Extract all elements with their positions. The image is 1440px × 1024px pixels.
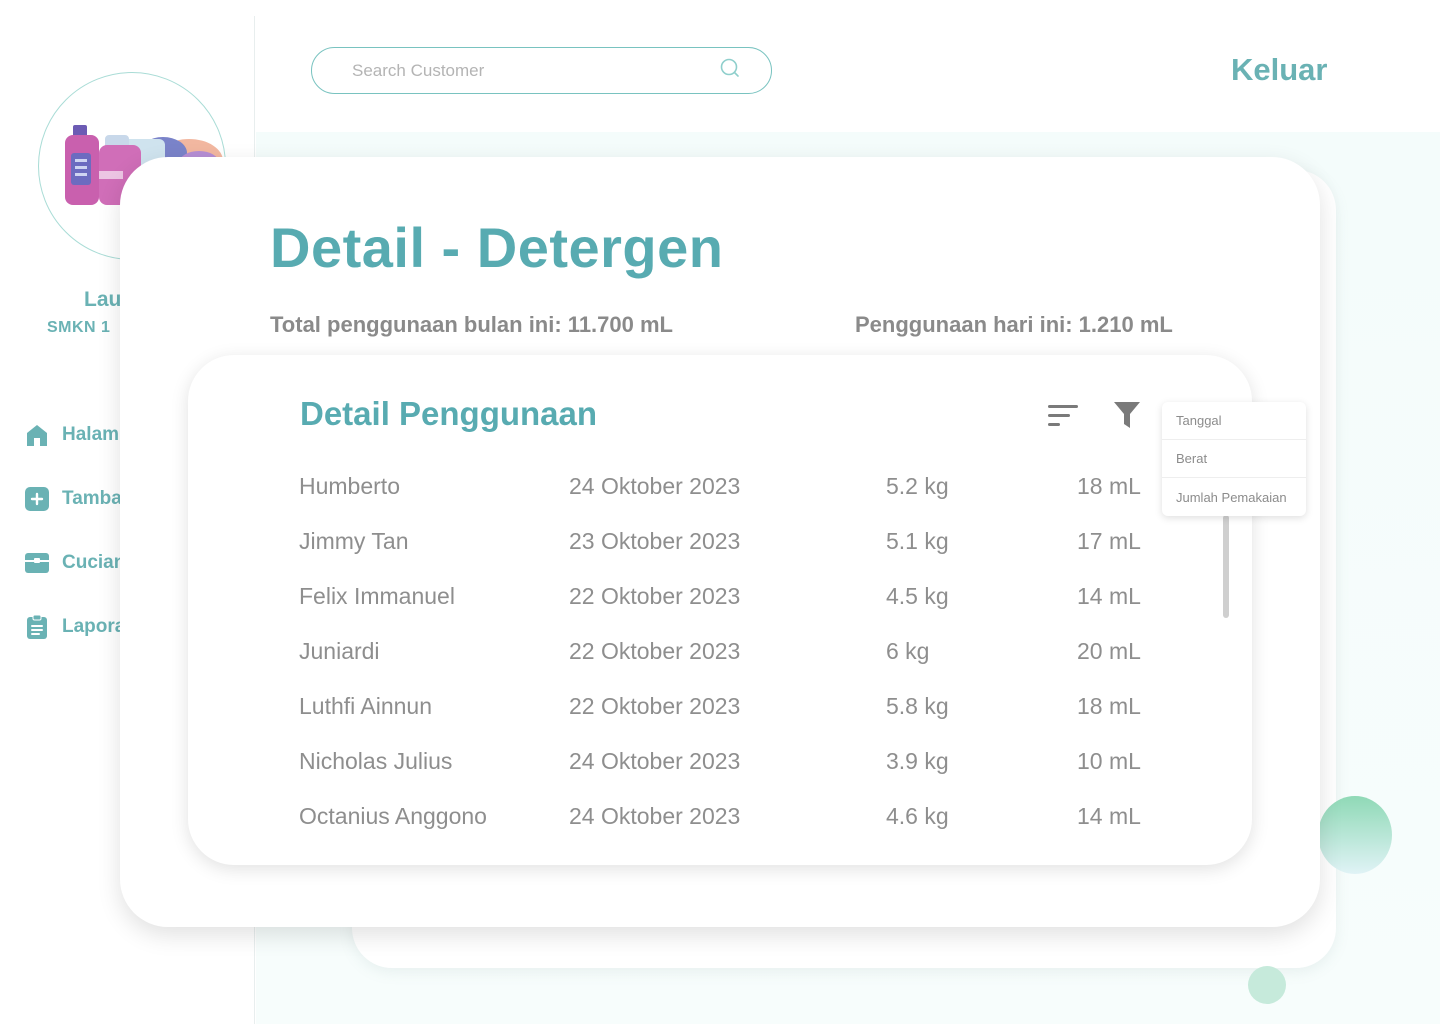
laundry-weight: 5.2 kg bbox=[886, 473, 949, 499]
app-name: Lau bbox=[84, 288, 122, 311]
detergent-amount: 14 mL bbox=[1077, 803, 1141, 829]
detergent-detail-modal: Detail - Detergen Total penggunaan bulan… bbox=[120, 157, 1320, 927]
customer-name: Octanius Anggono bbox=[299, 803, 487, 829]
table-scrollbar[interactable] bbox=[1223, 515, 1229, 618]
table-row[interactable]: Humberto 24 Oktober 2023 5.2 kg 18 mL bbox=[299, 467, 1199, 522]
table-row[interactable]: Luthfi Ainnun 22 Oktober 2023 5.8 kg 18 … bbox=[299, 687, 1199, 742]
table-row[interactable]: Felix Immanuel 22 Oktober 2023 4.5 kg 14… bbox=[299, 577, 1199, 632]
search-input[interactable] bbox=[352, 60, 719, 81]
table-row[interactable]: Octanius Anggono 24 Oktober 2023 4.6 kg … bbox=[299, 797, 1199, 852]
sidebar-item-home[interactable]: Halam bbox=[24, 420, 119, 450]
usage-date: 22 Oktober 2023 bbox=[569, 638, 741, 664]
usage-date: 23 Oktober 2023 bbox=[569, 528, 741, 554]
sort-button[interactable] bbox=[1046, 402, 1080, 430]
home-icon bbox=[24, 422, 50, 448]
detergent-amount: 14 mL bbox=[1077, 583, 1141, 609]
usage-detail-title: Detail Penggunaan bbox=[300, 395, 598, 432]
usage-date: 22 Oktober 2023 bbox=[569, 583, 741, 609]
monthly-usage-stat: Total penggunaan bulan ini: 11.700 mL bbox=[270, 312, 673, 337]
sort-option-weight[interactable]: Berat bbox=[1162, 440, 1306, 478]
modal-title: Detail - Detergen bbox=[270, 216, 724, 279]
customer-name: Humberto bbox=[299, 473, 400, 499]
usage-date: 22 Oktober 2023 bbox=[569, 693, 741, 719]
usage-detail-card: Detail Penggunaan Humberto 24 Oktober 20… bbox=[188, 355, 1252, 865]
sort-option-amount[interactable]: Jumlah Pemakaian bbox=[1162, 478, 1306, 516]
sidebar-item-label: Tamba bbox=[62, 488, 122, 509]
usage-date: 24 Oktober 2023 bbox=[569, 473, 741, 499]
customer-name: Juniardi bbox=[299, 638, 380, 664]
search-icon[interactable] bbox=[719, 57, 741, 84]
table-row[interactable]: Nicholas Julius 24 Oktober 2023 3.9 kg 1… bbox=[299, 742, 1199, 797]
customer-name: Nicholas Julius bbox=[299, 748, 453, 774]
laundry-weight: 4.5 kg bbox=[886, 583, 949, 609]
table-row[interactable]: Jimmy Tan 23 Oktober 2023 5.1 kg 17 mL bbox=[299, 522, 1199, 577]
detergent-amount: 20 mL bbox=[1077, 638, 1141, 664]
laundry-weight: 5.1 kg bbox=[886, 528, 949, 554]
filter-icon bbox=[1114, 402, 1140, 428]
box-icon bbox=[24, 550, 50, 576]
plus-square-icon bbox=[24, 486, 50, 512]
search-bar[interactable] bbox=[311, 47, 772, 94]
clipboard-icon bbox=[24, 614, 50, 640]
laundry-weight: 6 kg bbox=[886, 638, 930, 664]
detergent-amount: 17 mL bbox=[1077, 528, 1141, 554]
sidebar-item-label: Halam bbox=[62, 424, 120, 445]
filter-button[interactable] bbox=[1112, 399, 1142, 431]
sort-icon bbox=[1048, 405, 1078, 426]
sidebar-item-label: Cucian bbox=[62, 552, 126, 573]
sidebar-item-label: Lapora bbox=[62, 616, 126, 637]
laundry-weight: 3.9 kg bbox=[886, 748, 949, 774]
detergent-amount: 18 mL bbox=[1077, 473, 1141, 499]
usage-date: 24 Oktober 2023 bbox=[569, 748, 741, 774]
sort-dropdown-menu: Tanggal Berat Jumlah Pemakaian bbox=[1162, 402, 1306, 516]
detergent-amount: 10 mL bbox=[1077, 748, 1141, 774]
decorative-bubble bbox=[1318, 796, 1392, 874]
customer-name: Luthfi Ainnun bbox=[299, 693, 433, 719]
customer-name: Felix Immanuel bbox=[299, 583, 455, 609]
detergent-amount: 18 mL bbox=[1077, 693, 1141, 719]
table-row[interactable]: Juniardi 22 Oktober 2023 6 kg 20 mL bbox=[299, 632, 1199, 687]
usage-date: 24 Oktober 2023 bbox=[569, 803, 741, 829]
sidebar-divider-gap bbox=[254, 0, 256, 16]
daily-usage-stat: Penggunaan hari ini: 1.210 mL bbox=[855, 312, 1173, 337]
decorative-bubble-small bbox=[1248, 966, 1286, 1004]
sidebar-item-add[interactable]: Tamba bbox=[24, 484, 122, 514]
customer-name: Jimmy Tan bbox=[299, 528, 409, 554]
usage-table: Humberto 24 Oktober 2023 5.2 kg 18 mL Ji… bbox=[299, 467, 1199, 852]
sidebar-item-report[interactable]: Lapora bbox=[24, 612, 125, 642]
laundry-weight: 5.8 kg bbox=[886, 693, 949, 719]
sidebar-item-laundry[interactable]: Cucian bbox=[24, 548, 125, 578]
sort-option-date[interactable]: Tanggal bbox=[1162, 402, 1306, 440]
laundry-weight: 4.6 kg bbox=[886, 803, 949, 829]
logout-button[interactable]: Keluar bbox=[1231, 52, 1327, 88]
app-subtitle: SMKN 1 bbox=[47, 319, 111, 336]
